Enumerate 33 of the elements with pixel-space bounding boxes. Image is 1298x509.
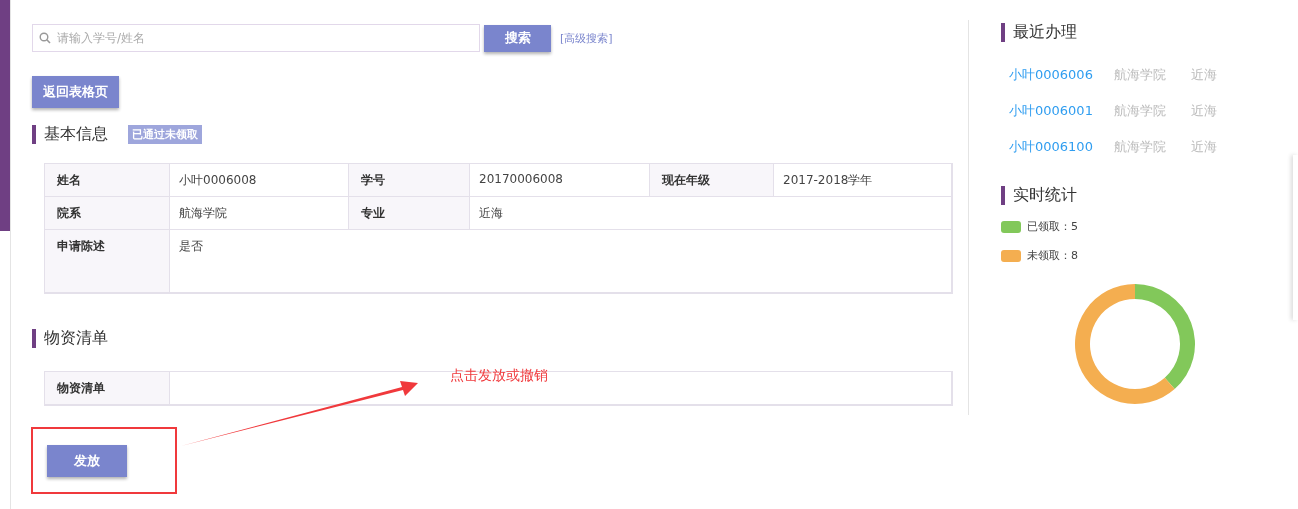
status-badge: 已通过未领取 bbox=[128, 125, 202, 144]
college-text: 航海学院 bbox=[1114, 138, 1167, 156]
student-name-link[interactable]: 小叶0006006 bbox=[1009, 66, 1114, 84]
section-title: 实时统计 bbox=[1013, 185, 1077, 206]
major-text: 近海 bbox=[1191, 102, 1218, 120]
search-field[interactable]: 请输入学号/姓名 bbox=[32, 24, 480, 52]
field-value: 是否 bbox=[170, 230, 952, 293]
field-value: 2017-2018学年 bbox=[774, 164, 952, 197]
field-label: 专业 bbox=[349, 197, 470, 230]
field-label: 物资清单 bbox=[45, 372, 170, 405]
section-title: 基本信息 bbox=[44, 124, 108, 145]
college-text: 航海学院 bbox=[1114, 66, 1167, 84]
field-label: 院系 bbox=[45, 197, 170, 230]
search-button[interactable]: 搜索 bbox=[484, 24, 551, 52]
legend-label: 已领取：5 bbox=[1027, 219, 1078, 234]
college-text: 航海学院 bbox=[1114, 102, 1167, 120]
major-text: 近海 bbox=[1191, 66, 1218, 84]
field-label: 学号 bbox=[349, 164, 470, 197]
student-name-link[interactable]: 小叶0006100 bbox=[1009, 138, 1114, 156]
section-title: 物资清单 bbox=[44, 328, 108, 349]
section-title: 最近办理 bbox=[1013, 22, 1077, 43]
field-label: 姓名 bbox=[45, 164, 170, 197]
field-value: 近海 bbox=[470, 197, 952, 230]
major-text: 近海 bbox=[1191, 138, 1218, 156]
advanced-search-link[interactable]: [高级搜索] bbox=[560, 30, 613, 46]
issue-button[interactable]: 发放 bbox=[47, 444, 127, 477]
annotation-text: 点击发放或撤销 bbox=[450, 367, 548, 385]
back-button[interactable]: 返回表格页 bbox=[32, 76, 119, 108]
student-name-link[interactable]: 小叶0006001 bbox=[1009, 102, 1114, 120]
field-label: 申请陈述 bbox=[45, 230, 170, 293]
field-label: 现在年级 bbox=[650, 164, 774, 197]
legend-label: 未领取：8 bbox=[1027, 248, 1078, 263]
search-icon bbox=[39, 32, 51, 44]
